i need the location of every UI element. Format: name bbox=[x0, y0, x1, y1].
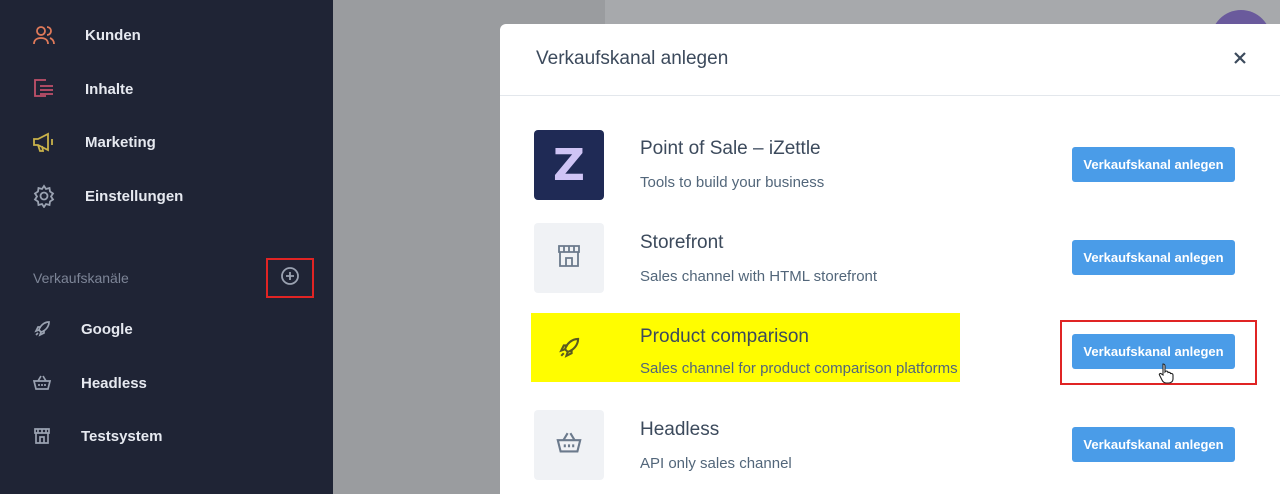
sidebar-item-label: Headless bbox=[81, 374, 147, 392]
channel-description: API only sales channel bbox=[640, 455, 792, 472]
content-list-icon bbox=[31, 76, 57, 102]
channel-title: Storefront bbox=[640, 232, 724, 253]
sales-channel-row-storefront: Storefront Sales channel with HTML store… bbox=[500, 218, 1280, 308]
sidebar-item-label: Testsystem bbox=[81, 427, 163, 445]
basket-icon bbox=[555, 429, 583, 462]
megaphone-icon bbox=[31, 129, 57, 155]
section-label-sales-channels: Verkaufskanäle bbox=[33, 270, 129, 286]
modal-title: Verkaufskanal anlegen bbox=[536, 48, 729, 69]
channel-title: Point of Sale – iZettle bbox=[640, 138, 821, 159]
storefront-icon bbox=[555, 242, 583, 275]
sidebar-item-label: Kunden bbox=[85, 26, 141, 44]
sidebar-item-einstellungen[interactable]: Einstellungen bbox=[0, 176, 333, 216]
sidebar-item-label: Marketing bbox=[85, 133, 156, 151]
users-icon bbox=[31, 22, 57, 48]
sidebar-item-inhalte[interactable]: Inhalte bbox=[0, 69, 333, 109]
sidebar-channel-google[interactable]: Google bbox=[0, 311, 333, 347]
izettle-logo: Z bbox=[534, 130, 604, 200]
channel-description: Sales channel for product comparison pla… bbox=[640, 360, 958, 377]
create-channel-button-storefront[interactable]: Verkaufskanal anlegen bbox=[1072, 240, 1235, 275]
storefront-tile bbox=[534, 223, 604, 293]
headless-tile bbox=[534, 410, 604, 480]
channel-title: Headless bbox=[640, 419, 720, 440]
channel-title: Product comparison bbox=[640, 326, 809, 347]
channel-description: Sales channel with HTML storefront bbox=[640, 268, 878, 285]
gear-icon bbox=[31, 183, 57, 209]
close-button[interactable] bbox=[1228, 48, 1252, 72]
create-sales-channel-modal: Verkaufskanal anlegen Z Point of Sale – … bbox=[500, 24, 1280, 494]
sidebar-item-label: Inhalte bbox=[85, 80, 134, 98]
sidebar-channel-testsystem[interactable]: Testsystem bbox=[0, 418, 333, 454]
sidebar-item-kunden[interactable]: Kunden bbox=[0, 15, 333, 55]
add-sales-channel-button[interactable] bbox=[266, 258, 314, 298]
basket-icon bbox=[31, 372, 53, 394]
storefront-icon bbox=[31, 425, 53, 447]
rocket-icon bbox=[31, 318, 53, 340]
rocket-icon bbox=[556, 335, 582, 366]
sidebar-item-marketing[interactable]: Marketing bbox=[0, 122, 333, 162]
sidebar-channel-headless[interactable]: Headless bbox=[0, 365, 333, 401]
channel-description: Tools to build your business bbox=[640, 174, 825, 191]
sales-channel-row-izettle: Z Point of Sale – iZettle Tools to build… bbox=[500, 124, 1280, 214]
create-channel-button-headless[interactable]: Verkaufskanal anlegen bbox=[1072, 427, 1235, 462]
product-comparison-tile bbox=[534, 315, 604, 385]
plus-circle-icon bbox=[280, 266, 300, 291]
sidebar: Kunden Inhalte Marketing Einstellungen V… bbox=[0, 0, 333, 494]
izettle-logo-letter: Z bbox=[553, 139, 585, 191]
sidebar-item-label: Einstellungen bbox=[85, 187, 184, 205]
sidebar-item-label: Google bbox=[81, 320, 133, 338]
hand-cursor-icon bbox=[1158, 362, 1176, 389]
create-channel-button-izettle[interactable]: Verkaufskanal anlegen bbox=[1072, 147, 1235, 182]
close-icon bbox=[1233, 51, 1247, 70]
sales-channel-row-headless: Headless API only sales channel Verkaufs… bbox=[500, 405, 1280, 494]
modal-header: Verkaufskanal anlegen bbox=[500, 24, 1280, 96]
